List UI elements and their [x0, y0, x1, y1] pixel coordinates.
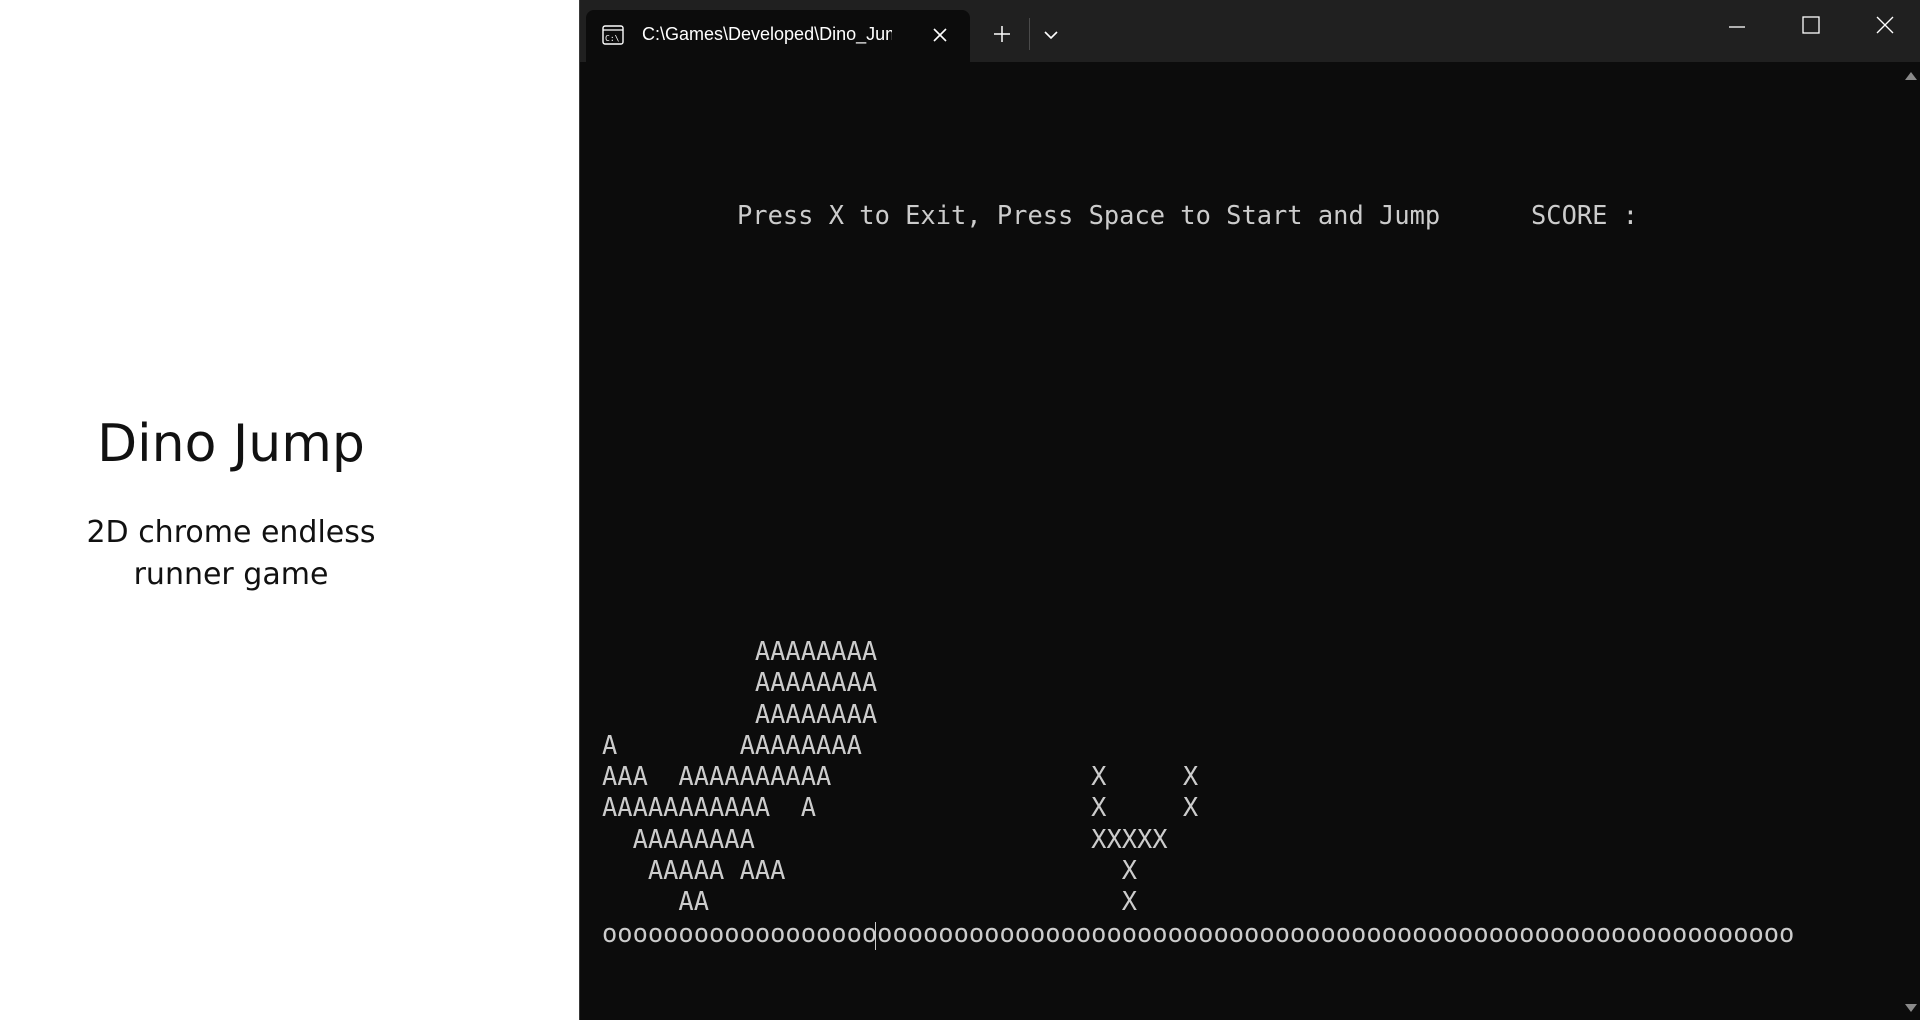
- close-tab-icon[interactable]: [931, 26, 949, 44]
- maximize-icon[interactable]: [1800, 14, 1822, 36]
- terminal-icon: C:\: [602, 25, 624, 45]
- game-scene-ascii: AAAAAAAA AAAAAAAA AAAAAAAA A AAAAAAAA AA…: [602, 636, 1199, 917]
- game-instructions: Press X to Exit, Press Space to Start an…: [737, 200, 1441, 230]
- score-label: SCORE :: [1531, 200, 1639, 230]
- text-cursor: [875, 922, 876, 950]
- terminal-tab[interactable]: C:\ C:\Games\Developed\Dino_Jump: [586, 10, 970, 62]
- minimize-icon[interactable]: [1726, 14, 1748, 36]
- slide-title: Dino Jump: [97, 414, 365, 474]
- tab-separator: [1029, 18, 1030, 50]
- new-tab-plus-icon[interactable]: [990, 22, 1014, 46]
- close-icon[interactable]: [1874, 14, 1896, 36]
- slide-subtitle: 2D chrome endless runner game: [86, 515, 376, 592]
- slide-panel: Dino Jump 2D chrome endless runner game: [0, 0, 579, 1020]
- scroll-down-arrow-icon[interactable]: [1905, 1004, 1917, 1012]
- terminal-window: C:\ C:\Games\Developed\Dino_Jump Press X…: [579, 0, 1920, 1020]
- tab-title: C:\Games\Developed\Dino_Jump: [642, 24, 892, 44]
- svg-text:C:\: C:\: [605, 34, 620, 43]
- terminal-output[interactable]: Press X to Exit, Press Space to Start an…: [580, 62, 1898, 1020]
- vertical-scrollbar[interactable]: [1898, 62, 1920, 1020]
- scroll-up-arrow-icon[interactable]: [1905, 72, 1917, 80]
- chevron-down-icon[interactable]: [1042, 26, 1060, 44]
- ground-line: oooooooooooooooooooooooooooooooooooooooo…: [602, 918, 1795, 948]
- title-bar[interactable]: C:\ C:\Games\Developed\Dino_Jump: [580, 0, 1920, 62]
